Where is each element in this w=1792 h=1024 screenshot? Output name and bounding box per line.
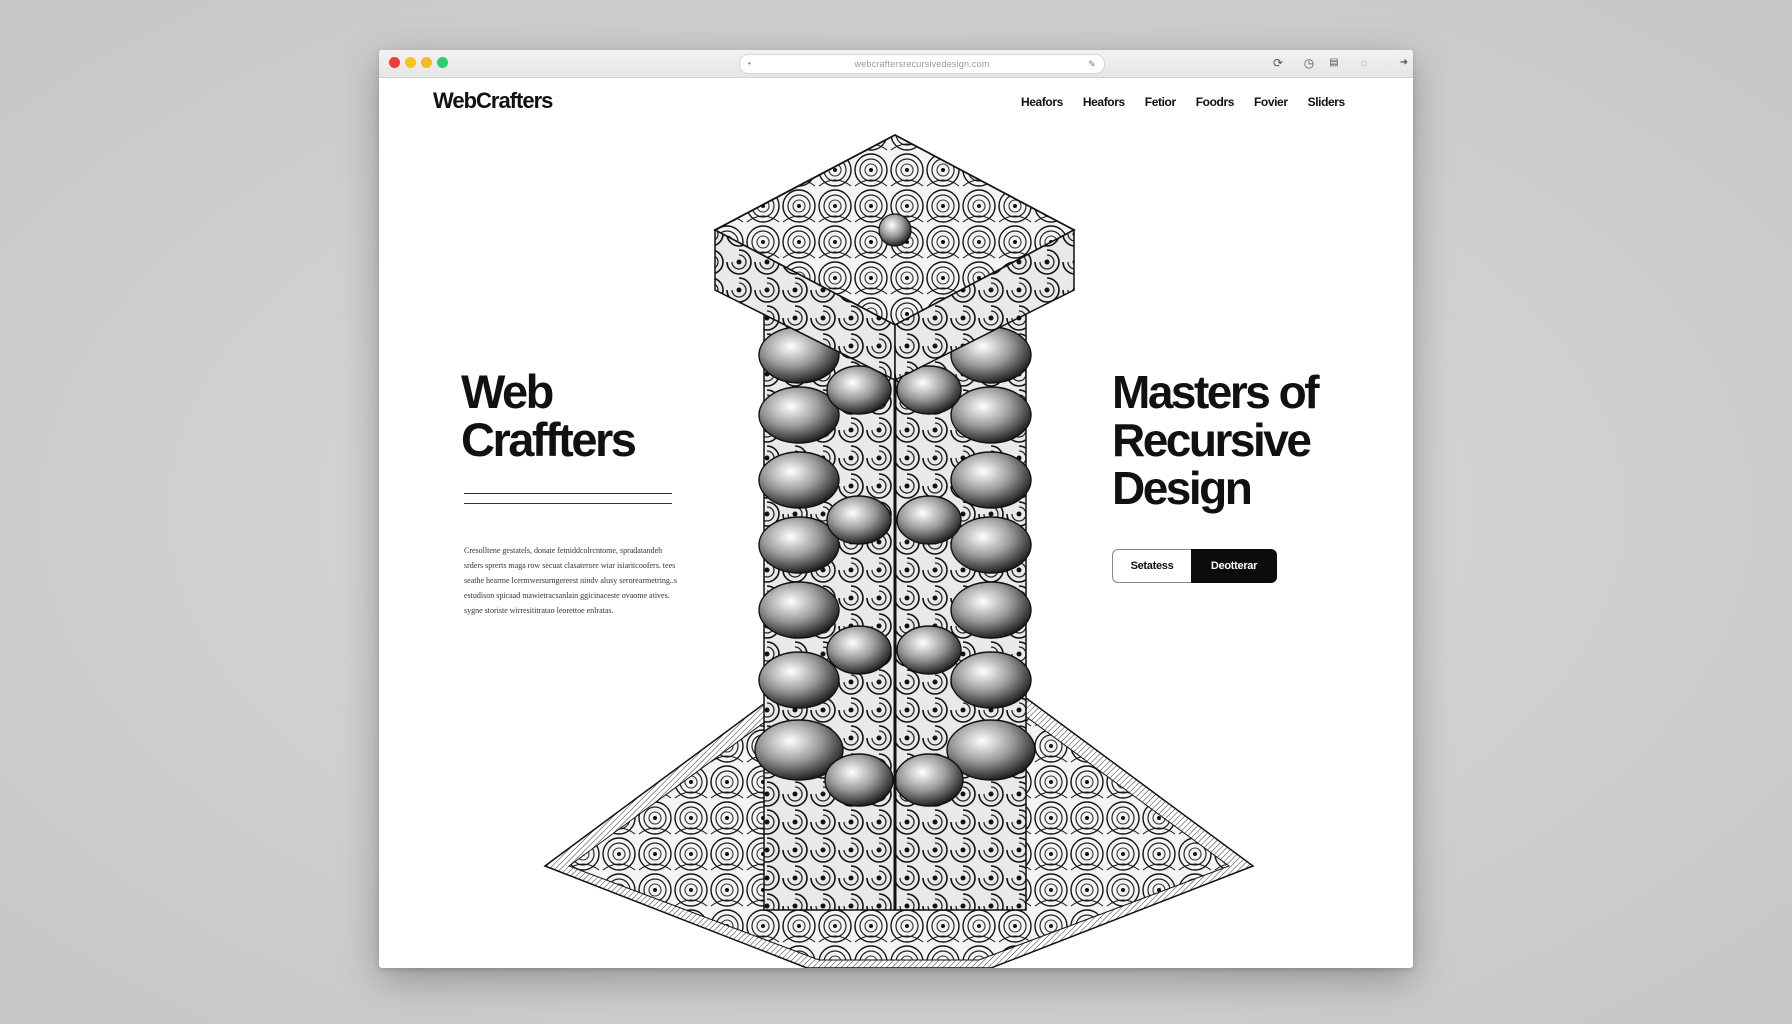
hero-right-title: Masters of Recursive Design bbox=[1112, 368, 1382, 512]
nav-item-heafors[interactable]: Heafors bbox=[1021, 95, 1063, 109]
fullscreen-window-button[interactable] bbox=[421, 57, 432, 68]
hero-body-text: Cresolltene gestatels, donate fetniddcol… bbox=[464, 543, 682, 618]
extension-icon[interactable]: ○ bbox=[1357, 55, 1371, 71]
body-line: seathe hearme lcermwersurngereest nindv … bbox=[464, 576, 678, 585]
primary-cta-button[interactable]: Deotterar bbox=[1191, 549, 1277, 583]
body-line: srders sprerts maga row secuat clasatero… bbox=[464, 561, 676, 570]
hero-right-title-line3: Design bbox=[1112, 462, 1253, 514]
address-bar[interactable]: • webcraftersrecursivedesign.com ✎ bbox=[739, 54, 1105, 74]
hero-left-title: Web Craffters bbox=[461, 365, 637, 466]
site-info-icon[interactable]: • bbox=[748, 55, 751, 73]
minimize-window-button[interactable] bbox=[405, 57, 416, 68]
refresh-icon[interactable]: ⟳ bbox=[1271, 55, 1285, 71]
divider-line bbox=[464, 503, 672, 504]
hero-left-title-line1: Web bbox=[461, 365, 554, 418]
nav-item-sliders[interactable]: Sliders bbox=[1308, 95, 1346, 109]
divider-line bbox=[464, 493, 672, 494]
profile-icon[interactable]: ◌ bbox=[1381, 55, 1395, 71]
secondary-cta-button[interactable]: Setatess bbox=[1112, 549, 1191, 583]
browser-titlebar: • webcraftersrecursivedesign.com ✎ ⟳ ◷ ▤… bbox=[379, 50, 1413, 78]
hero-right-title-line2: Recursive bbox=[1112, 414, 1312, 466]
body-line: sygne storiste wirresititratao leorettoe… bbox=[464, 606, 614, 615]
body-line: Cresolltene gestatels, donate fetniddcol… bbox=[464, 546, 663, 555]
main-nav: Heafors Heafors Fetior Foodrs Fovier Sli… bbox=[1021, 95, 1365, 109]
sidebar-icon[interactable]: ▤ bbox=[1327, 55, 1341, 71]
reader-icon[interactable]: ✎ bbox=[1088, 55, 1096, 73]
recursive-tower-illustration bbox=[543, 133, 1255, 968]
browser-window: • webcraftersrecursivedesign.com ✎ ⟳ ◷ ▤… bbox=[379, 50, 1413, 968]
url-text: webcraftersrecursivedesign.com bbox=[854, 59, 990, 69]
body-line: estudison spicaad mawietracsanlain ggici… bbox=[464, 591, 670, 600]
site-logo[interactable]: WebCrafters bbox=[433, 88, 553, 114]
hero-right-title-line1: Masters of bbox=[1112, 366, 1320, 418]
share-icon[interactable]: ➜ bbox=[1397, 55, 1411, 71]
history-icon[interactable]: ◷ bbox=[1302, 55, 1316, 71]
nav-item-fovier[interactable]: Fovier bbox=[1254, 95, 1288, 109]
nav-item-fetior[interactable]: Fetior bbox=[1145, 95, 1176, 109]
hero-left-title-line2: Craffters bbox=[461, 413, 637, 466]
zoom-window-button[interactable] bbox=[437, 57, 448, 68]
nav-item-heafors-2[interactable]: Heafors bbox=[1083, 95, 1125, 109]
close-window-button[interactable] bbox=[389, 57, 400, 68]
nav-item-foodrs[interactable]: Foodrs bbox=[1196, 95, 1235, 109]
